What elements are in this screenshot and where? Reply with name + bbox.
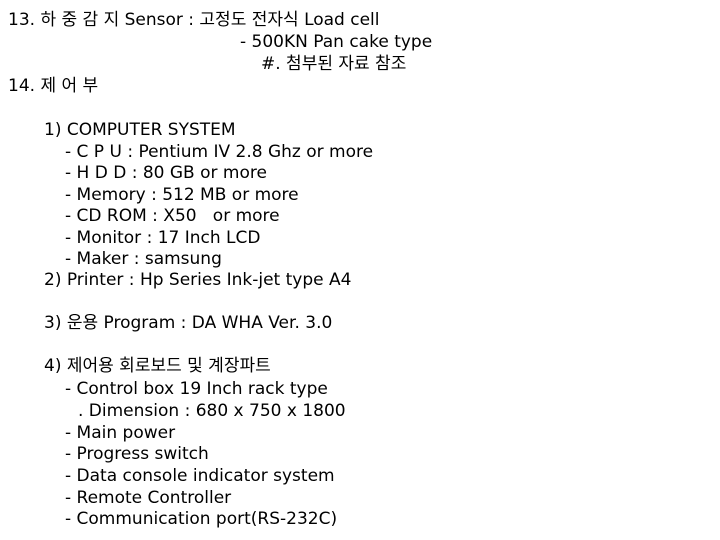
item-4-subitem-data-console: - Data console indicator system: [65, 466, 335, 486]
item-1-subitem-monitor: - Monitor : 17 Inch LCD: [65, 228, 261, 248]
section-13-continuation-2: #. 첨부된 자료 참조: [261, 54, 407, 74]
section-14-heading: 14. 제 어 부: [8, 76, 99, 96]
item-4-subitem-dimension: . Dimension : 680 x 750 x 1800: [78, 401, 346, 421]
document-page: 13. 하 중 감 지 Sensor : 고정도 전자식 Load cell -…: [0, 0, 720, 540]
item-1-subitem-memory: - Memory : 512 MB or more: [65, 185, 299, 205]
item-4-subitem-communication-port: - Communication port(RS-232C): [65, 509, 338, 529]
item-1-subitem-maker: - Maker : samsung: [65, 249, 222, 269]
item-4-label: 4) 제어용 회로보드 및 계장파트: [44, 356, 271, 376]
item-1-subitem-hdd: - H D D : 80 GB or more: [65, 163, 267, 183]
item-4-subitem-remote-controller: - Remote Controller: [65, 488, 232, 508]
item-3-label: 3) 운용 Program : DA WHA Ver. 3.0: [44, 313, 333, 333]
section-13-heading: 13. 하 중 감 지 Sensor : 고정도 전자식 Load cell: [8, 10, 380, 30]
item-1-subitem-cpu: - C P U : Pentium IV 2.8 Ghz or more: [65, 142, 374, 162]
item-4-subitem-progress-switch: - Progress switch: [65, 444, 209, 464]
item-4-subitem-main-power: - Main power: [65, 423, 176, 443]
section-13-continuation-1: - 500KN Pan cake type: [240, 32, 433, 52]
item-1-subitem-cdrom: - CD ROM : X50 or more: [65, 206, 280, 226]
item-2-label: 2) Printer : Hp Series Ink-jet type A4: [44, 270, 352, 290]
item-4-subitem-control-box: - Control box 19 Inch rack type: [65, 379, 328, 399]
item-1-label: 1) COMPUTER SYSTEM: [44, 120, 236, 140]
